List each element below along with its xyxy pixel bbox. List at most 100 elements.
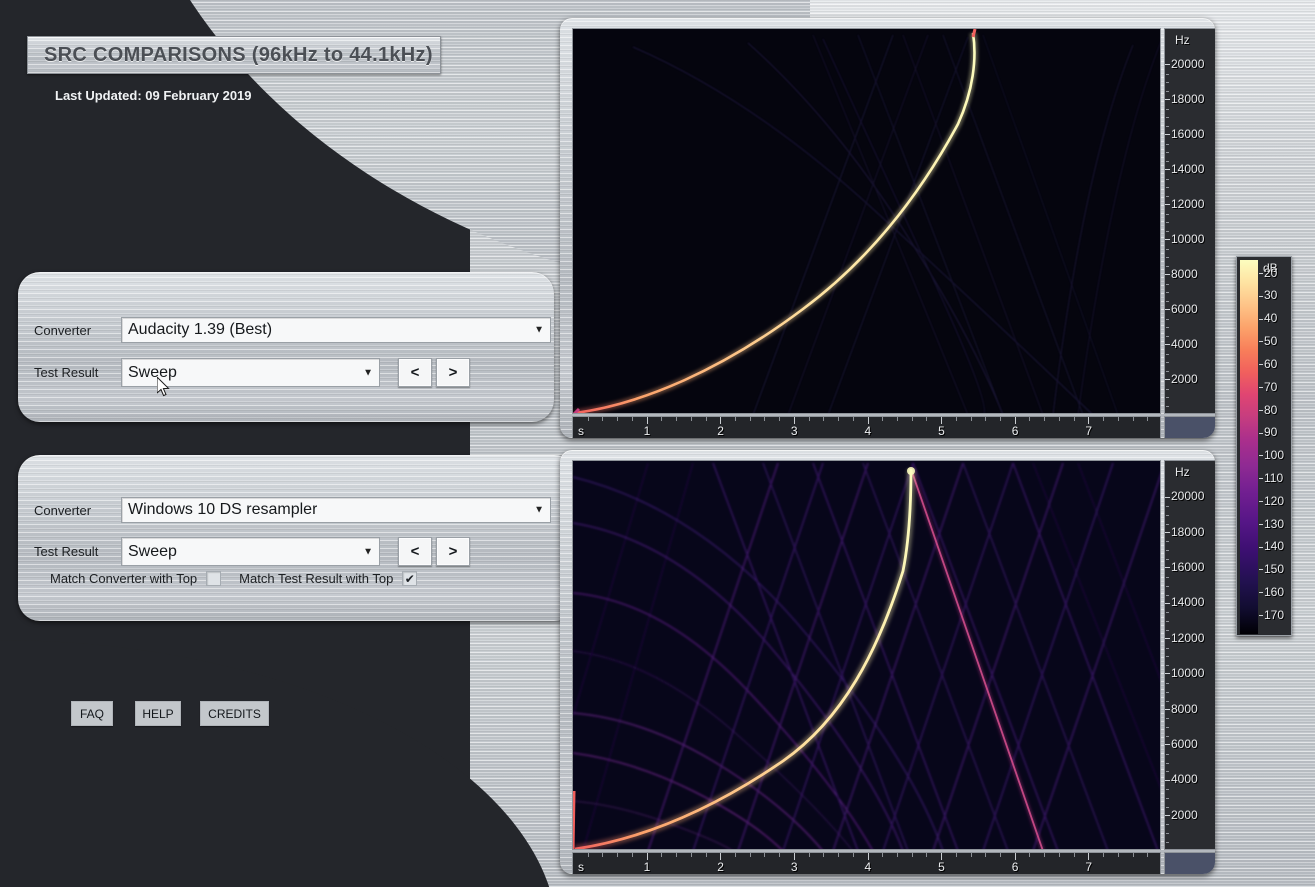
time-minor-tick xyxy=(1073,853,1075,857)
db-tick-label: 170 xyxy=(1259,608,1284,622)
freq-minor-tick xyxy=(1166,406,1169,408)
time-minor-tick xyxy=(1058,417,1060,421)
time-minor-tick xyxy=(1117,853,1119,857)
freq-minor-tick xyxy=(1166,656,1169,658)
bottom-testresult-label: Test Result xyxy=(34,544,99,559)
top-corner-block xyxy=(1164,416,1215,438)
freq-minor-tick xyxy=(1166,248,1169,250)
freq-minor-tick xyxy=(1166,753,1169,755)
top-spectrogram-window: Hz 2000 4000 6000 8000 10000 12000 14000 16000 1… xyxy=(560,18,1215,438)
top-testresult-row: Test Result Sweep ▼ < > xyxy=(34,358,470,387)
freq-tick-label: 16000 xyxy=(1165,127,1204,141)
freq-minor-tick xyxy=(1166,594,1169,596)
freq-minor-tick xyxy=(1166,327,1169,329)
time-minor-tick xyxy=(1044,417,1046,421)
db-tick-label: 20 xyxy=(1259,266,1277,280)
time-tick-label: 2 xyxy=(717,860,724,874)
bottom-spectrogram-canvas[interactable] xyxy=(572,460,1161,850)
freq-minor-tick xyxy=(1166,585,1169,587)
time-minor-tick xyxy=(631,853,633,857)
faq-button[interactable]: FAQ xyxy=(71,701,113,726)
bottom-time-axis: s 1 2 3 4 5 6 7 xyxy=(572,852,1161,874)
db-colorbar: dB 20 30 40 50 60 70 80 90 100 110 120 130 140 150 160… xyxy=(1236,256,1292,636)
top-next-button[interactable]: > xyxy=(436,358,470,387)
freq-minor-tick xyxy=(1166,541,1169,543)
top-prev-button[interactable]: < xyxy=(398,358,432,387)
time-major-tick xyxy=(1014,853,1016,860)
freq-minor-tick xyxy=(1166,771,1169,773)
freq-minor-tick xyxy=(1166,353,1169,355)
top-converter-row: Converter Audacity 1.39 (Best) ▼ xyxy=(34,317,551,343)
top-converter-dropdown[interactable]: Audacity 1.39 (Best) ▼ xyxy=(121,317,551,343)
time-minor-tick xyxy=(823,853,825,857)
time-major-tick xyxy=(646,417,648,424)
freq-minor-tick xyxy=(1166,397,1169,399)
help-button[interactable]: HELP xyxy=(135,701,181,726)
freq-minor-tick xyxy=(1166,842,1169,844)
time-minor-tick xyxy=(631,417,633,421)
time-minor-tick xyxy=(764,417,766,421)
time-minor-tick xyxy=(1073,417,1075,421)
freq-minor-tick xyxy=(1166,718,1169,720)
freq-tick-label: 2000 xyxy=(1165,372,1198,386)
bottom-testresult-value: Sweep xyxy=(128,542,177,560)
time-tick-label: 7 xyxy=(1085,860,1093,874)
freq-minor-tick xyxy=(1166,362,1169,364)
freq-minor-tick xyxy=(1166,789,1169,791)
freq-tick-label: 6000 xyxy=(1165,737,1198,751)
freq-minor-tick xyxy=(1166,806,1169,808)
bottom-converter-row: Converter Windows 10 DS resampler ▼ xyxy=(34,497,551,523)
freq-minor-tick xyxy=(1166,736,1169,738)
time-minor-tick xyxy=(587,853,589,857)
freq-minor-tick xyxy=(1166,797,1169,799)
freq-minor-tick xyxy=(1166,213,1169,215)
time-minor-tick xyxy=(779,853,781,857)
bottom-time-origin: s xyxy=(578,860,584,874)
top-spectrogram-plot xyxy=(573,29,1160,413)
time-minor-tick xyxy=(882,417,884,421)
bottom-control-panel: Converter Windows 10 DS resampler ▼ Test… xyxy=(18,455,576,621)
time-tick-label: 1 xyxy=(643,424,651,438)
time-minor-tick xyxy=(676,417,678,421)
time-major-tick xyxy=(793,417,795,424)
bottom-spectrogram-window: Hz 2000 4000 6000 8000 10000 12000 14000 16000 1… xyxy=(560,450,1215,874)
bottom-prev-button[interactable]: < xyxy=(398,537,432,566)
time-minor-tick xyxy=(587,417,589,421)
freq-tick-label: 20000 xyxy=(1165,489,1204,503)
db-tick-label: 140 xyxy=(1259,539,1284,553)
freq-minor-tick xyxy=(1166,196,1169,198)
bottom-converter-dropdown[interactable]: Windows 10 DS resampler ▼ xyxy=(121,497,551,523)
freq-minor-tick xyxy=(1166,161,1169,163)
credits-button[interactable]: CREDITS xyxy=(200,701,269,726)
freq-minor-tick xyxy=(1166,576,1169,578)
freq-minor-tick xyxy=(1166,336,1169,338)
time-minor-tick xyxy=(1044,853,1046,857)
bottom-testresult-dropdown[interactable]: Sweep ▼ xyxy=(121,537,380,566)
page-title-text: SRC COMPARISONS (96kHz to 44.1kHz) xyxy=(44,43,433,66)
db-tick-label: 80 xyxy=(1259,403,1277,417)
freq-minor-tick xyxy=(1166,257,1169,259)
time-minor-tick xyxy=(734,417,736,421)
match-converter-checkbox[interactable] xyxy=(206,571,222,586)
bottom-next-button[interactable]: > xyxy=(436,537,470,566)
time-minor-tick xyxy=(690,853,692,857)
chevron-down-icon: ▼ xyxy=(363,367,373,378)
freq-tick-label: 12000 xyxy=(1165,197,1204,211)
freq-minor-tick xyxy=(1166,371,1169,373)
freq-tick-label: 8000 xyxy=(1165,702,1198,716)
top-spectrogram-canvas[interactable] xyxy=(572,28,1161,414)
freq-minor-tick xyxy=(1166,143,1169,145)
time-minor-tick xyxy=(779,417,781,421)
freq-minor-tick xyxy=(1166,126,1169,128)
bottom-testresult-row: Test Result Sweep ▼ < > xyxy=(34,537,470,566)
freq-minor-tick xyxy=(1166,629,1169,631)
freq-minor-tick xyxy=(1166,187,1169,189)
time-major-tick xyxy=(1014,417,1016,424)
freq-tick-label: 12000 xyxy=(1165,631,1204,645)
time-minor-tick xyxy=(749,417,751,421)
freq-minor-tick xyxy=(1166,559,1169,561)
db-tick-label: 120 xyxy=(1259,494,1284,508)
freq-minor-tick xyxy=(1166,82,1169,84)
time-minor-tick xyxy=(838,853,840,857)
match-testresult-checkbox[interactable]: ✔ xyxy=(402,571,418,586)
